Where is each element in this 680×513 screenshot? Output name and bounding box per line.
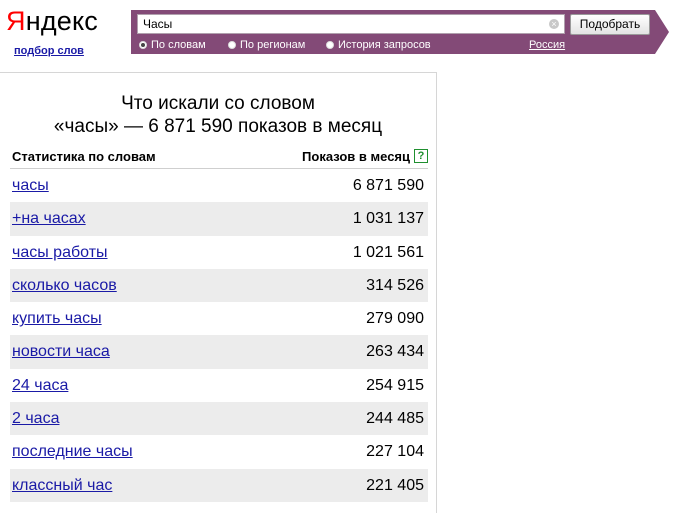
help-icon[interactable]: ? — [414, 149, 428, 163]
keyword-link[interactable]: последние часы — [12, 443, 133, 461]
heading-line-1: Что искали со словом — [121, 93, 315, 114]
yandex-logo[interactable]: Яндекс — [6, 4, 98, 38]
keyword-link[interactable]: +на часах — [12, 210, 86, 228]
radio-icon[interactable] — [139, 41, 147, 49]
table-row: последние часы 227 104 — [10, 435, 428, 468]
table-row: 2 часа 244 485 — [10, 402, 428, 436]
table-row: часы работы 1 021 561 — [10, 236, 428, 269]
mode-history[interactable]: История запросов — [326, 38, 431, 52]
table-row: +на часах 1 031 137 — [10, 202, 428, 236]
search-bar-arrow — [655, 10, 669, 54]
keyword-link[interactable]: купить часы — [12, 310, 102, 328]
heading-line-2: «часы» — 6 871 590 показов в месяц — [53, 116, 383, 137]
impressions-count: 263 434 — [366, 343, 424, 361]
impressions-count: 221 405 — [366, 476, 424, 494]
impressions-count: 314 526 — [366, 276, 424, 294]
column-keyword: Статистика по словам — [12, 149, 156, 164]
radio-icon[interactable] — [326, 41, 334, 49]
impressions-count: 1 031 137 — [352, 210, 424, 228]
keyword-link[interactable]: часы — [12, 177, 49, 195]
table-row: классный час 221 405 — [10, 468, 428, 502]
mode-by-regions[interactable]: По регионам — [228, 38, 305, 52]
mode-label: По словам — [151, 39, 206, 51]
keyword-link[interactable]: 2 часа — [12, 410, 59, 428]
search-input[interactable]: Часы — [137, 14, 565, 34]
table-row: сколько часов 314 526 — [10, 268, 428, 303]
mode-label: По регионам — [240, 39, 306, 51]
table-row: часы 6 871 590 — [10, 169, 428, 202]
keyword-link[interactable]: 24 часа — [12, 377, 68, 395]
impressions-count: 227 104 — [366, 443, 424, 461]
keyword-link[interactable]: часы работы — [12, 244, 108, 262]
impressions-count: 254 915 — [366, 376, 424, 394]
mode-label: История запросов — [338, 39, 431, 51]
submit-button[interactable]: Подобрать — [570, 14, 650, 35]
impressions-count: 244 485 — [366, 410, 424, 428]
mode-by-words[interactable]: По словам — [139, 38, 206, 52]
radio-icon[interactable] — [228, 41, 236, 49]
keyword-link[interactable]: новости часа — [12, 343, 110, 361]
impressions-count: 1 021 561 — [352, 243, 424, 261]
close-icon[interactable]: × — [549, 19, 559, 29]
impressions-count: 6 871 590 — [352, 177, 424, 194]
logo-rest: ндекс — [25, 6, 98, 36]
impressions-count: 279 090 — [366, 310, 424, 328]
table-row: 24 часа 254 915 — [10, 369, 428, 402]
keyword-link[interactable]: классный час — [12, 477, 112, 495]
logo-first-letter: Я — [6, 6, 26, 36]
table-row: купить часы 279 090 — [10, 302, 428, 335]
keyword-link[interactable]: сколько часов — [12, 277, 117, 295]
table-row: новости часа 263 434 — [10, 335, 428, 369]
region-link[interactable]: Россия — [529, 38, 565, 52]
results-table: часы 6 871 590 +на часах 1 031 137 часы ра… — [10, 168, 428, 502]
results-heading: Что искали со словом «часы» — 6 871 590 … — [0, 92, 436, 138]
column-count: Показов в месяц — [302, 149, 410, 164]
service-link[interactable]: подбор слов — [14, 45, 84, 57]
table-header: Статистика по словам Показов в месяц ? — [12, 149, 428, 165]
